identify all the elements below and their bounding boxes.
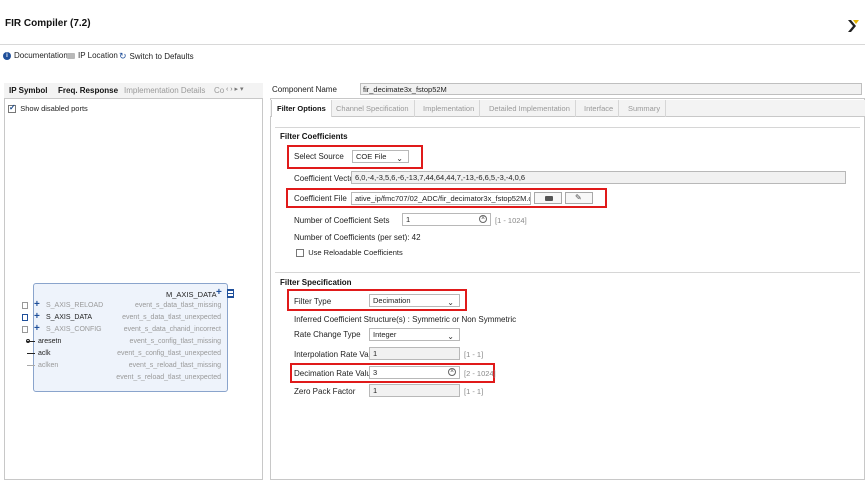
tab-summary[interactable]: Summary (623, 100, 667, 117)
rate-change-type-dropdown[interactable]: Integer ⌄ (369, 328, 460, 341)
coefficients-per-set: Number of Coefficients (per set): 42 (294, 233, 421, 242)
edit-file-button[interactable]: ✎ (565, 192, 593, 204)
select-source-label: Select Source (294, 152, 344, 161)
filter-type-value: Decimation (373, 296, 411, 305)
clear-icon[interactable]: × (448, 368, 456, 376)
xilinx-logo-icon (848, 20, 859, 32)
expand-plus-icon[interactable]: + (34, 323, 40, 334)
tab-detailed-implementation[interactable]: Detailed Implementation (484, 100, 576, 117)
port-event-s-data-chanid-incorrect: event_s_data_chanid_incorrect (123, 326, 221, 333)
folder-icon (67, 52, 75, 59)
folder-open-icon (545, 196, 553, 201)
port-event-s-data-tlast-unexpected: event_s_data_tlast_unexpected (122, 314, 221, 321)
filter-specification-title: Filter Specification (280, 278, 352, 287)
port-aresetn: aresetn (38, 338, 62, 345)
coefficient-file-label: Coefficient File (294, 194, 347, 203)
decimation-rate-input[interactable]: 3 × (369, 366, 460, 379)
zero-pack-factor-range: [1 - 1] (464, 387, 484, 396)
left-panel (4, 83, 263, 480)
reloadable-coefficients-label: Use Reloadable Coefficients (308, 248, 403, 257)
switch-defaults-label: Switch to Defaults (129, 52, 194, 61)
show-disabled-ports-label: Show disabled ports (20, 104, 88, 113)
coefficient-sets-value: 1 (406, 215, 411, 224)
filter-type-dropdown[interactable]: Decimation ⌄ (369, 294, 460, 307)
port-s-axis-reload: S_AXIS_RELOAD (46, 302, 104, 309)
documentation-label: Documentation (14, 51, 68, 60)
tab-filter-options[interactable]: Filter Options (271, 100, 332, 117)
component-name-input[interactable]: fir_decimate3x_fstop52M (360, 83, 862, 95)
expand-plus-icon[interactable]: + (216, 287, 222, 298)
port-s-axis-data: S_AXIS_DATA (46, 314, 93, 321)
chevron-down-icon: ⌄ (447, 298, 454, 307)
tab-ip-symbol[interactable]: IP Symbol (9, 86, 48, 95)
inverted-pin-icon (26, 339, 30, 343)
refresh-icon: ↻ (119, 51, 127, 61)
tab-co[interactable]: Co (214, 86, 224, 95)
select-source-value: COE File (356, 152, 387, 161)
expand-plus-icon[interactable]: + (34, 311, 40, 322)
interpolation-rate-range: [1 - 1] (464, 350, 484, 359)
zero-pack-factor-input[interactable]: 1 (369, 384, 460, 397)
bus-interface-icon (227, 289, 234, 298)
coefficient-vector-label: Coefficient Vector (294, 174, 357, 183)
port-event-s-config-tlast-unexpected: event_s_config_tlast_unexpected (117, 350, 221, 357)
port-event-s-reload-tlast-missing: event_s_reload_tlast_missing (128, 362, 221, 369)
select-source-dropdown[interactable]: COE File ⌄ (352, 150, 409, 163)
zero-pack-factor-label: Zero Pack Factor (294, 387, 356, 396)
edit-icon: ✎ (575, 193, 582, 202)
section-divider (275, 272, 860, 273)
inferred-structure-text: Inferred Coefficient Structure(s) : Symm… (294, 315, 517, 324)
tab-freq-response[interactable]: Freq. Response (58, 86, 118, 95)
port-s-axis-config: S_AXIS_CONFIG (46, 326, 102, 333)
component-name-label: Component Name (272, 85, 337, 94)
filter-coefficients-title: Filter Coefficients (280, 132, 348, 141)
bus-interface-icon (22, 302, 28, 309)
checkbox-unchecked-icon (296, 248, 304, 257)
tab-interface[interactable]: Interface (579, 100, 620, 117)
decimation-rate-range: [2 - 1024] (464, 369, 496, 378)
port-aclken: aclken (38, 362, 59, 369)
chevron-down-icon: ⌄ (396, 154, 403, 163)
rate-change-type-label: Rate Change Type (294, 330, 361, 339)
tab-channel-specification[interactable]: Channel Specification (331, 100, 415, 117)
interpolation-rate-input[interactable]: 1 (369, 347, 460, 360)
ip-location-label: IP Location (78, 51, 118, 60)
header-divider (0, 44, 865, 45)
coefficient-vector-input[interactable]: 6,0,-4,-3,5,6,-6,-13,7,44,64,44,7,-13,-6… (351, 171, 846, 184)
coefficient-sets-range: [1 - 1024] (495, 216, 527, 225)
port-pin-line (27, 365, 35, 366)
port-event-s-data-tlast-missing: event_s_data_tlast_missing (135, 302, 222, 309)
info-icon: i (3, 51, 11, 60)
tab-implementation-details[interactable]: Implementation Details (124, 86, 205, 95)
ip-location-button[interactable]: IP Location (67, 51, 118, 60)
show-disabled-ports-checkbox[interactable]: Show disabled ports (8, 103, 88, 113)
tab-scroll-arrows-icon[interactable]: ‹ › ▸ ▾ (226, 85, 244, 93)
coefficient-sets-label: Number of Coefficient Sets (294, 216, 390, 225)
switch-defaults-button[interactable]: ↻ Switch to Defaults (119, 51, 194, 62)
bus-interface-icon (22, 326, 28, 333)
bus-interface-icon (22, 314, 28, 321)
chevron-down-icon: ⌄ (447, 332, 454, 341)
section-divider (275, 127, 860, 128)
filter-type-label: Filter Type (294, 297, 332, 306)
tab-implementation[interactable]: Implementation (418, 100, 481, 117)
expand-plus-icon[interactable]: + (34, 299, 40, 310)
interpolation-rate-label: Interpolation Rate Value (294, 350, 380, 359)
coefficient-file-input[interactable]: ative_ip/fmc707/02_ADC/fir_decimator3x_f… (351, 192, 531, 205)
port-m-axis-data: M_AXIS_DATA (166, 290, 217, 299)
port-pin-line (27, 353, 35, 354)
coefficient-sets-input[interactable]: 1 × (402, 213, 491, 226)
rate-change-type-value: Integer (373, 330, 397, 339)
reloadable-coefficients-checkbox[interactable]: Use Reloadable Coefficients (296, 248, 403, 257)
port-event-s-config-tlast-missing: event_s_config_tlast_missing (129, 338, 221, 345)
app-title: FIR Compiler (7.2) (5, 18, 91, 29)
checkbox-checked-icon (8, 103, 16, 113)
port-aclk: aclk (38, 350, 51, 357)
decimation-rate-value: 3 (373, 368, 378, 377)
browse-file-button[interactable] (534, 192, 562, 204)
decimation-rate-label: Decimation Rate Value (294, 369, 376, 378)
clear-icon[interactable]: × (479, 215, 487, 223)
documentation-button[interactable]: i Documentation (3, 51, 68, 60)
port-event-s-reload-tlast-unexpected: event_s_reload_tlast_unexpected (116, 374, 221, 381)
